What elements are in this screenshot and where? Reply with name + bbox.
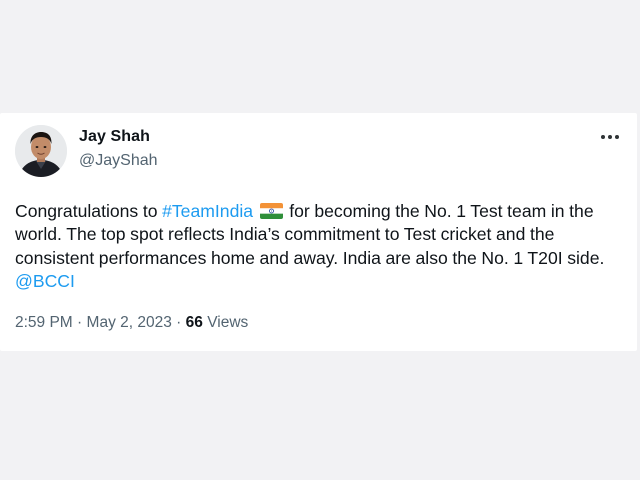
more-options-button[interactable]: [596, 127, 624, 147]
more-options-icon: [601, 135, 619, 139]
tweet-time[interactable]: 2:59 PM: [15, 314, 73, 331]
india-flag-icon: [259, 203, 283, 219]
tweet-meta: 2:59 PM · May 2, 2023 · 66 Views: [15, 314, 248, 332]
hashtag-link[interactable]: #TeamIndia: [162, 201, 253, 221]
tweet-card: Jay Shah @JayShah Congratulations to #Te…: [0, 113, 637, 351]
page: Jay Shah @JayShah Congratulations to #Te…: [0, 0, 640, 480]
meta-separator: ·: [176, 314, 182, 331]
tweet-date[interactable]: May 2, 2023: [87, 314, 172, 331]
user-handle[interactable]: @JayShah: [79, 152, 158, 170]
display-name[interactable]: Jay Shah: [79, 128, 150, 146]
views-label[interactable]: Views: [207, 314, 248, 331]
tweet-text-intro: Congratulations to: [15, 201, 163, 221]
views-count[interactable]: 66: [186, 314, 203, 331]
meta-separator: ·: [77, 314, 83, 331]
mention-link[interactable]: @BCCI: [15, 271, 75, 291]
tweet-text: Congratulations to #TeamIndia for becomi…: [15, 200, 627, 293]
avatar[interactable]: [15, 125, 67, 177]
